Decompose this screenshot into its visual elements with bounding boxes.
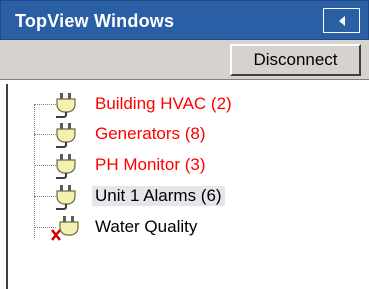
tree-item-label: Generators (8): [95, 124, 206, 143]
plug-icon: [56, 154, 76, 179]
plug-icon: [56, 93, 76, 118]
plug-disconnected-icon: [51, 216, 79, 241]
panel-title-bar: TopView Windows: [0, 0, 369, 40]
topview-windows-panel: TopView Windows Disconnect Building HVAC…: [0, 0, 369, 289]
plug-icon: [56, 123, 76, 148]
tree-item-unit-1-alarms[interactable]: Unit 1 Alarms (6): [0, 182, 369, 212]
panel-title: TopView Windows: [15, 11, 175, 31]
tree-item-ph-monitor[interactable]: PH Monitor (3): [0, 151, 369, 181]
tree-item-generators[interactable]: Generators (8): [0, 120, 369, 150]
tree-item-label: Building HVAC (2): [95, 94, 232, 113]
tree-item-label: Water Quality: [95, 217, 198, 236]
plug-icon: [56, 185, 76, 210]
toolbar: Disconnect: [0, 40, 369, 80]
tree-item-label: Unit 1 Alarms (6): [92, 186, 225, 206]
disconnect-button[interactable]: Disconnect: [230, 44, 361, 76]
tree-item-label: PH Monitor (3): [95, 155, 206, 174]
tree-item-building-hvac[interactable]: Building HVAC (2): [0, 90, 369, 120]
tree-item-water-quality[interactable]: Water Quality: [0, 213, 369, 243]
triangle-left-icon: [339, 16, 345, 26]
collapse-button[interactable]: [323, 8, 360, 33]
